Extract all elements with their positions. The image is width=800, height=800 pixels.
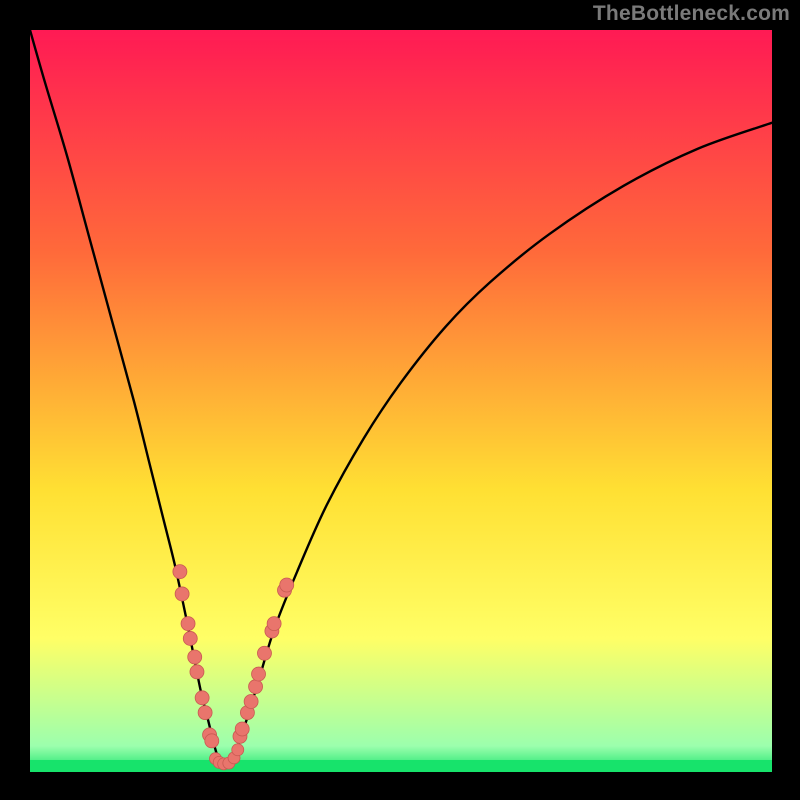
curve-dot (267, 617, 281, 631)
curve-dot (235, 722, 249, 736)
plot-frame (30, 30, 772, 772)
plot-svg (30, 30, 772, 772)
curve-dot (232, 744, 244, 756)
curve-dot (244, 695, 258, 709)
curve-dot (198, 706, 212, 720)
plot-background (30, 30, 772, 772)
curve-dot (257, 646, 271, 660)
curve-dot (181, 617, 195, 631)
curve-dot (195, 691, 209, 705)
curve-dot (183, 631, 197, 645)
curve-dot (173, 565, 187, 579)
curve-dot (280, 578, 294, 592)
curve-dot (190, 665, 204, 679)
curve-dot (188, 650, 202, 664)
curve-dot (249, 680, 263, 694)
green-bottom-band (30, 760, 772, 772)
curve-dot (252, 667, 266, 681)
curve-dot (175, 587, 189, 601)
curve-dot (205, 734, 219, 748)
watermark-text: TheBottleneck.com (593, 2, 790, 26)
